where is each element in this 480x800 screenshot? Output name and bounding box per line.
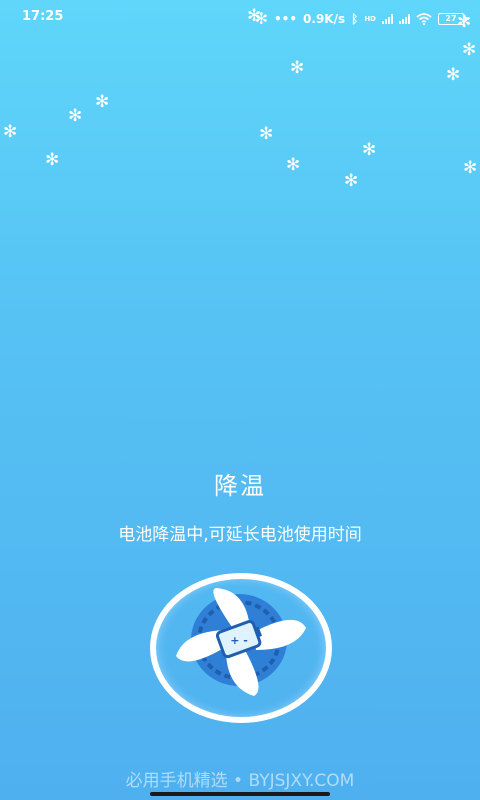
signal-icon bbox=[382, 13, 393, 24]
snowflake-icon: ✻ bbox=[462, 40, 477, 60]
network-speed: 0.9K/s bbox=[303, 11, 346, 26]
page-title: 降温 bbox=[214, 472, 266, 500]
cooling-fan: + - bbox=[146, 570, 336, 730]
cooling-description: 电池降温中,可延长电池使用时间 bbox=[118, 525, 362, 545]
snowflake-icon: ✻ bbox=[463, 158, 478, 178]
snowflake-icon: ✻ bbox=[457, 12, 472, 32]
snowflake-icon: ✻ bbox=[95, 92, 110, 112]
snowflake-icon: ✻ bbox=[68, 106, 83, 126]
status-icons: ✻ ••• 0.9K/s ᛒ HD 27 bbox=[255, 9, 467, 28]
more-dots-icon: ••• bbox=[274, 11, 298, 26]
watermark-text: 必用手机精选 • BYJSJXY.COM bbox=[125, 771, 355, 791]
snowflake-icon: ✻ bbox=[286, 155, 301, 175]
snowflake-icon: ✻ bbox=[446, 65, 461, 85]
hd-label: HD bbox=[364, 14, 376, 23]
snowflake-icon: ✻ bbox=[362, 140, 377, 160]
bluetooth-icon: ᛒ bbox=[351, 11, 359, 26]
status-time: 17:25 bbox=[22, 9, 64, 24]
snowflake-icon: ✻ bbox=[45, 150, 60, 170]
fan-icon: + - bbox=[150, 573, 332, 723]
wifi-icon bbox=[416, 12, 432, 25]
snowflake-icon: ✻ bbox=[344, 171, 359, 191]
fan-battery-symbol: + - bbox=[230, 634, 248, 647]
snowflake-icon: ✻ bbox=[290, 58, 305, 78]
snowflake-icon: ✻ bbox=[3, 122, 18, 142]
signal-icon-2 bbox=[399, 13, 410, 24]
snowflake-icon: ✻ bbox=[259, 124, 274, 144]
snowflake-icon: ✻ bbox=[247, 6, 262, 26]
home-indicator[interactable] bbox=[150, 792, 330, 796]
status-bar: 17:25 ✻ ••• 0.9K/s ᛒ HD 27 bbox=[0, 0, 480, 34]
